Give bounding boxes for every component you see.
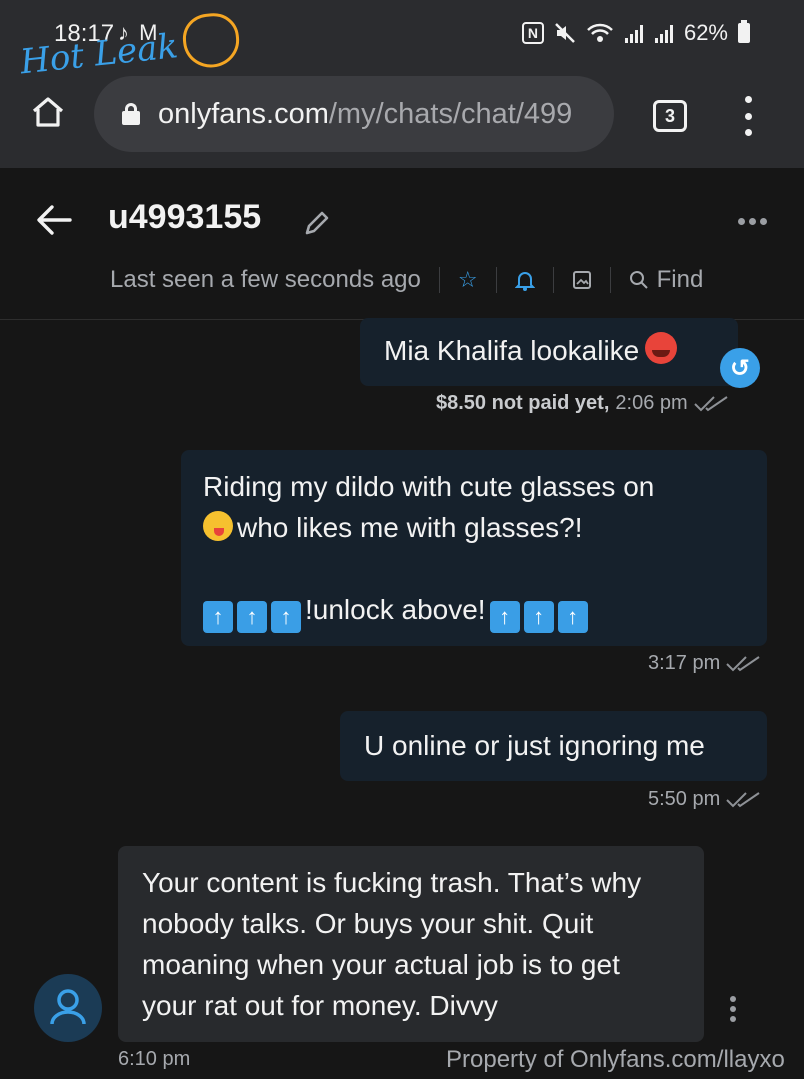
up-arrow-emoji-icon: ↑ xyxy=(237,601,267,633)
message-time: 3:17 pm xyxy=(648,652,721,674)
avatar[interactable] xyxy=(34,974,102,1042)
double-check-icon xyxy=(693,395,728,411)
message-line: !unlock above! xyxy=(305,594,486,625)
battery-percent: 62% xyxy=(683,20,728,45)
message-text: Mia Khalifa lookalike xyxy=(384,335,640,366)
message-line-2: who likes me with glasses?! xyxy=(203,507,745,548)
url-text[interactable]: onlyfans.com/my/chats/chat/499 xyxy=(158,98,572,131)
gallery-icon[interactable] xyxy=(572,270,592,290)
message-bubble-incoming[interactable]: Your content is fucking trash. That’s wh… xyxy=(118,846,704,1042)
message-time: 2:06 pm xyxy=(615,392,688,414)
up-arrow-emoji-icon: ↑ xyxy=(489,601,520,633)
up-arrow-emoji-icon: ↑ xyxy=(557,601,588,633)
divider xyxy=(552,267,554,293)
url-bar-row: onlyfans.com/my/chats/chat/499 3 xyxy=(0,70,804,160)
message-meta: 6:10 pm xyxy=(118,1048,190,1071)
chat-header: u4993155 Last seen a few seconds ago ☆ F… xyxy=(0,168,804,320)
yum-emoji-icon xyxy=(203,511,233,541)
watermark-text: Property of Onlyfans.com/llayxo xyxy=(446,1046,785,1073)
wifi-icon xyxy=(587,23,613,42)
divider xyxy=(609,267,611,293)
message-time: 5:50 pm xyxy=(648,788,721,810)
signal-icon xyxy=(654,25,673,43)
home-icon[interactable] xyxy=(30,94,66,130)
divider xyxy=(495,267,497,293)
message-bubble-outgoing[interactable]: U online or just ignoring me xyxy=(340,711,767,781)
message-text: Your content is fucking trash. That’s wh… xyxy=(142,867,642,1021)
message-meta: 5:50 pm xyxy=(648,788,760,811)
bell-icon[interactable] xyxy=(514,269,535,291)
message-bubble-outgoing[interactable]: Riding my dildo with cute glasses on who… xyxy=(181,450,767,646)
lock-icon xyxy=(122,103,140,125)
browser-menu-button[interactable] xyxy=(740,96,756,136)
message-meta: 3:17 pm xyxy=(648,652,760,675)
browser-chrome: 18:17 ♪ M Hot Leak N 62% onlyfans.com/my… xyxy=(0,0,804,168)
tab-count-button[interactable]: 3 xyxy=(653,100,687,132)
battery-icon xyxy=(738,20,750,43)
divider xyxy=(438,267,440,293)
up-arrow-emoji-icon: ↑ xyxy=(203,601,233,633)
up-arrow-emoji-icon: ↑ xyxy=(271,601,301,633)
peach-logo-icon xyxy=(180,10,242,71)
up-arrow-emoji-icon: ↑ xyxy=(523,601,554,633)
hot-face-emoji-icon xyxy=(645,332,678,364)
message-line: who likes me with glasses?! xyxy=(237,512,583,543)
message-time: 6:10 pm xyxy=(118,1048,191,1070)
find-label: Find xyxy=(656,266,704,293)
edit-pencil-icon[interactable] xyxy=(302,208,332,238)
undo-icon[interactable]: ↺ xyxy=(720,348,760,388)
double-check-icon xyxy=(726,791,760,807)
user-icon xyxy=(50,989,86,1025)
status-icons: N 62% xyxy=(521,20,750,46)
nfc-icon: N xyxy=(521,22,544,44)
message-meta: $8.50 not paid yet, 2:06 pm xyxy=(436,392,728,415)
url-domain: onlyfans.com xyxy=(158,97,329,130)
back-arrow-icon[interactable] xyxy=(36,204,72,236)
search-icon xyxy=(629,271,648,289)
url-path: /my/chats/chat/499 xyxy=(328,97,573,130)
double-check-icon xyxy=(726,655,760,671)
last-seen-status: Last seen a few seconds ago xyxy=(110,266,421,293)
message-options-button[interactable] xyxy=(730,996,736,1022)
message-bubble-outgoing[interactable]: Mia Khalifa lookalike xyxy=(360,318,738,386)
message-price: $8.50 not paid yet, xyxy=(436,392,610,414)
mute-icon xyxy=(555,23,575,43)
find-button[interactable]: Find xyxy=(629,266,704,294)
chat-subbar: Last seen a few seconds ago ☆ Find xyxy=(110,266,703,294)
message-text: U online or just ignoring me xyxy=(364,730,705,761)
signal-icon xyxy=(624,25,643,43)
status-bar: 18:17 ♪ M Hot Leak N 62% xyxy=(0,0,804,82)
address-bar[interactable]: onlyfans.com/my/chats/chat/499 xyxy=(94,76,614,152)
chat-username: u4993155 xyxy=(108,198,262,236)
message-line: Riding my dildo with cute glasses on xyxy=(203,471,655,502)
star-icon[interactable]: ☆ xyxy=(458,267,478,293)
chat-more-button[interactable] xyxy=(738,218,767,225)
message-line-3: ↑ ↑ ↑ !unlock above! ↑ ↑ ↑ xyxy=(203,589,745,633)
